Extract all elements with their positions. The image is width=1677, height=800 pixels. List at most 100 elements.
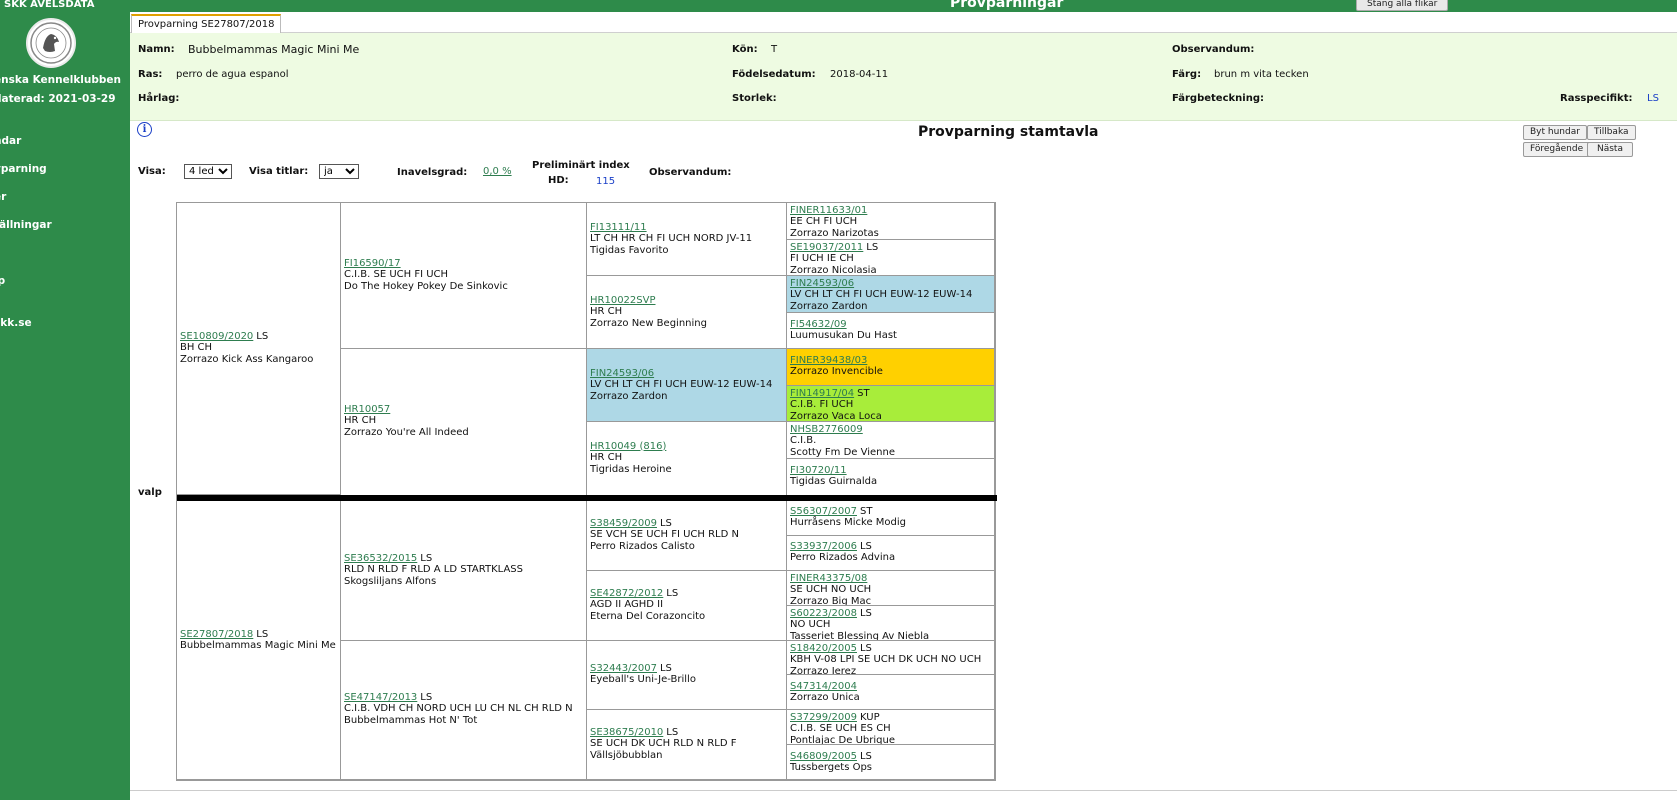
dog-reg-link[interactable]: S37299/2009 (790, 712, 857, 723)
visa-select[interactable]: 4 led (184, 164, 232, 179)
pedigree-cell-gen4: FIN14917/04 ST C.I.B. FI UCH Zorrazo Vaca L… (787, 385, 995, 422)
foregaende-button[interactable]: Föregående (1523, 142, 1591, 157)
kennel-club-logo-icon (26, 18, 76, 68)
nasta-button[interactable]: Nästa (1587, 142, 1633, 157)
dog-reg-link[interactable]: S46809/2005 (790, 751, 857, 762)
inavelsgrad-link[interactable]: 0,0 % (483, 166, 512, 177)
dog-reg-link[interactable]: SE47147/2013 (344, 692, 417, 703)
dog-reg-link[interactable]: NHSB2776009 (790, 424, 863, 435)
pedigree-cell-gen3: S32443/2007 LS Eyeball's Uni-Je-Brillo (587, 640, 787, 711)
dog-name: Zorrazo Zardon (590, 390, 668, 402)
pedigree-cell-gen4: FI54632/09 Luumusukan Du Hast (787, 312, 995, 349)
dog-reg-link[interactable]: S18420/2005 (790, 643, 857, 654)
sidebar-item-provparning[interactable]: vparning (0, 163, 47, 175)
dog-name: Luumusukan Du Hast (790, 329, 897, 341)
pedigree-cell-gen2: SE36532/2015 LS RLD N RLD F RLD A LD START… (341, 501, 587, 641)
info-icon[interactable]: i (137, 122, 152, 137)
dog-reg-link[interactable]: SE10809/2020 (180, 331, 253, 342)
pedigree-cell-gen4: S37299/2009 KUP C.I.B. SE UCH ES CH Pontlaj… (787, 710, 995, 746)
farg-label: Färg: (1172, 69, 1202, 80)
dog-reg-link[interactable]: FI54632/09 (790, 319, 847, 330)
sidebar-item-listor[interactable]: er (0, 191, 6, 203)
pedigree-cell-gen4: SE19037/2011 LS FI UCH IE CH Zorrazo Nicola… (787, 239, 995, 276)
dog-titles: C.I.B. FI UCH (790, 398, 854, 410)
valp-label: valp (138, 487, 162, 498)
status-badge: LS (666, 587, 679, 599)
status-badge: LS (256, 628, 269, 640)
dog-name: Do The Hokey Pokey De Sinkovic (344, 281, 508, 292)
status-badge: LS (859, 607, 872, 619)
pedigree-table: SE10809/2020 LS BH CH Zorrazo Kick Ass Kang… (176, 202, 997, 781)
dog-reg-link[interactable]: FIN24593/06 (790, 278, 854, 289)
pedigree-cell-gen4: FI30720/11 Tigidas Guirnalda (787, 458, 995, 495)
dog-reg-link[interactable]: S56307/2007 (790, 506, 857, 517)
app-title: SKK AVELSDATA (4, 0, 95, 10)
harlag-label: Hårlag: (138, 93, 180, 104)
organization-name: enska Kennelklubben (0, 74, 121, 86)
dog-reg-link[interactable]: SE19037/2011 (790, 242, 863, 253)
dog-reg-link[interactable]: S32443/2007 (590, 663, 657, 674)
dog-name: Hurråsens Micke Modig (790, 517, 907, 529)
dog-reg-link[interactable]: SE42872/2012 (590, 588, 663, 599)
dog-reg-link[interactable]: SE27807/2018 (180, 629, 253, 640)
visa-titlar-select[interactable]: ja (319, 164, 359, 179)
dog-titles: SE VCH SE UCH FI UCH RLD N (590, 528, 739, 540)
dog-info-panel: Namn: Bubbelmammas Magic Mini Me Kön: T … (130, 33, 1677, 121)
kon-value: T (771, 44, 778, 55)
dog-reg-link[interactable]: HR10049 (816) (590, 441, 666, 452)
namn-label: Namn: (138, 44, 175, 55)
status-badge: LS (659, 517, 672, 529)
pedigree-cell-gen3: FIN24593/06 LV CH LT CH FI UCH EUW-12 EUW… (587, 349, 787, 422)
pedigree-cell-gen4: S47314/2004 Zorrazo Unica (787, 675, 995, 711)
dog-reg-link[interactable]: FI16590/17 (344, 258, 401, 269)
dog-titles: EE CH FI UCH (790, 216, 858, 227)
dog-name: Eterna Del Corazoncito (590, 610, 706, 622)
sidebar-item-installningar[interactable]: tällningar (0, 219, 52, 231)
dog-reg-link[interactable]: FIN24593/06 (590, 368, 654, 379)
dog-reg-link[interactable]: HR10022SVP (590, 295, 656, 306)
dog-name: Zorrazo Zardon (790, 301, 868, 312)
dog-titles: C.I.B. VDH CH NORD UCH LU CH NL CH RLD N (344, 703, 573, 715)
sidebar-item-skk-link[interactable]: skk.se (0, 317, 32, 329)
observandum-pedigree-label: Observandum: (649, 167, 732, 178)
dog-reg-link[interactable]: S38459/2009 (590, 518, 657, 529)
dog-reg-link[interactable]: S33937/2006 (790, 541, 857, 552)
pedigree-cell-gen4: FINER39438/03 Zorrazo Invencible (787, 349, 995, 386)
sidebar-item-hjalp[interactable]: lp (0, 275, 5, 287)
dog-titles: LV CH LT CH FI UCH EUW-12 EUW-14 (590, 378, 773, 390)
dog-reg-link[interactable]: SE38675/2010 (590, 727, 663, 738)
pedigree-cell-gen4: S56307/2007 ST Hurråsens Micke Modig (787, 501, 995, 536)
dog-name: Bubbelmammas Hot N' Tot (344, 715, 478, 727)
status-badge: LS (420, 692, 433, 704)
close-all-tabs-button[interactable]: Stäng alla flikar (1356, 0, 1449, 11)
dog-reg-link[interactable]: FI13111/11 (590, 222, 647, 233)
dog-titles: LV CH LT CH FI UCH EUW-12 EUW-14 (790, 289, 973, 300)
dog-reg-link[interactable]: FI30720/11 (790, 465, 847, 476)
top-bar: Provparningar Stäng alla flikar (130, 0, 1677, 12)
byt-hundar-button[interactable]: Byt hundar (1523, 125, 1587, 140)
status-badge: LS (420, 552, 433, 564)
visa-label: Visa: (138, 166, 166, 177)
dog-reg-link[interactable]: FINER11633/01 (790, 205, 867, 216)
dog-reg-link[interactable]: S60223/2008 (790, 608, 857, 619)
dog-titles: C.I.B. SE UCH FI UCH (344, 269, 449, 280)
status-badge: LS (866, 241, 879, 253)
pedigree-cell-gen3: SE38675/2010 LS SE UCH DK UCH RLD N RLD FV… (587, 710, 787, 780)
tab-provparning[interactable]: Provparning SE27807/2018 (131, 14, 282, 33)
dog-titles: SE UCH DK UCH RLD N RLD F (590, 738, 737, 750)
status-badge: LS (859, 750, 872, 762)
rasspecifikt-link[interactable]: LS (1647, 93, 1659, 104)
dog-reg-link[interactable]: FIN14917/04 (790, 388, 854, 399)
dog-name: Zorrazo Jerez (790, 665, 857, 676)
dog-reg-link[interactable]: HR10057 (344, 404, 390, 415)
dog-reg-link[interactable]: SE36532/2015 (344, 553, 417, 564)
dog-reg-link[interactable]: S47314/2004 (790, 681, 857, 692)
sidebar-item-hundar[interactable]: ndar (0, 135, 21, 147)
hd-label: HD: (548, 175, 569, 186)
dog-name: Zorrazo You're All Indeed (344, 427, 469, 438)
dog-reg-link[interactable]: FINER39438/03 (790, 355, 867, 366)
tillbaka-button[interactable]: Tillbaka (1587, 125, 1636, 140)
dog-reg-link[interactable]: FINER43375/08 (790, 573, 867, 584)
pedigree-cell-gen2: HR10057 HR CH Zorrazo You're All Indeed (341, 349, 587, 495)
dog-titles: NO UCH (790, 618, 831, 630)
